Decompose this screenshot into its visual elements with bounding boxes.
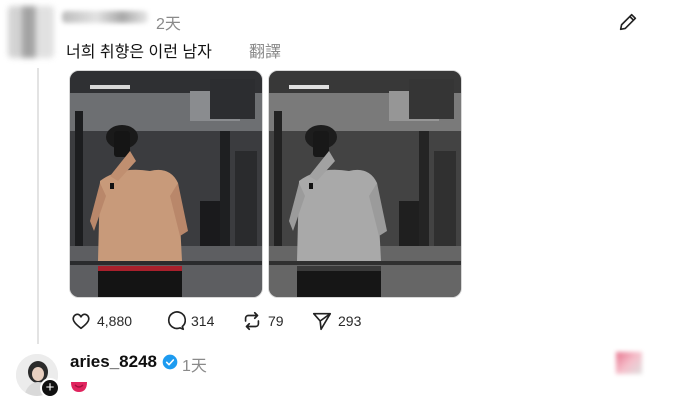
repost-button[interactable]: 79 [241, 309, 284, 333]
post-text: 너희 취향은 이런 남자 [66, 44, 212, 61]
repost-count: 79 [268, 313, 284, 329]
post-photo-1[interactable] [69, 70, 263, 298]
heart-icon [72, 313, 90, 330]
edit-button[interactable] [617, 11, 639, 33]
author-name-redacted[interactable] [62, 11, 148, 23]
verified-icon [162, 354, 178, 370]
share-count: 293 [338, 313, 362, 329]
like-button[interactable]: 4,880 [70, 309, 132, 333]
comment-icon [167, 311, 186, 331]
reply-username[interactable]: aries_8248 [70, 352, 157, 372]
translate-link[interactable]: 翻譯 [249, 38, 281, 62]
share-button[interactable]: 293 [311, 309, 361, 333]
like-count: 4,880 [97, 313, 133, 329]
post-timestamp: 2天 [156, 16, 181, 33]
post-photo-2[interactable] [268, 70, 462, 298]
repost-icon [244, 311, 260, 331]
tongue-emoji-icon [71, 382, 87, 392]
comment-button[interactable]: 314 [164, 309, 214, 333]
reply-timestamp: 1天 [182, 358, 207, 375]
comment-count: 314 [191, 313, 215, 329]
thread-line [37, 68, 39, 344]
author-avatar[interactable] [8, 6, 54, 58]
share-icon [312, 312, 332, 331]
follow-button[interactable]: + [40, 378, 60, 398]
edit-icon [619, 13, 637, 31]
reply-redacted-area [616, 352, 642, 374]
